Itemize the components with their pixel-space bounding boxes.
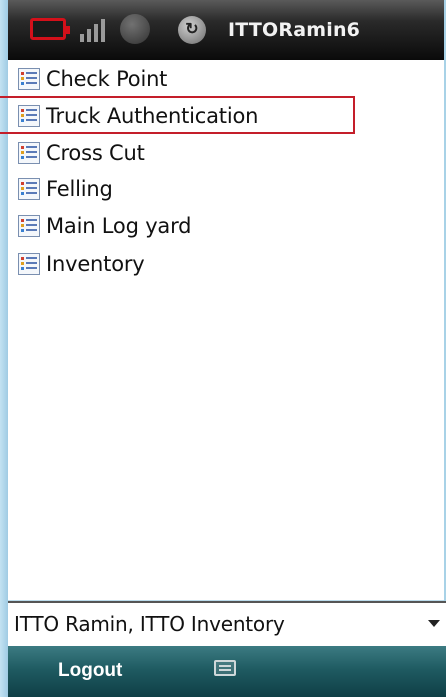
list-icon (18, 215, 40, 237)
list-icon (18, 142, 40, 164)
selection-highlight (0, 96, 355, 134)
keyboard-icon[interactable] (214, 660, 236, 676)
menu-item-cross-cut[interactable]: Cross Cut (8, 136, 438, 170)
chevron-down-icon[interactable] (428, 620, 440, 627)
menu-item-label: Felling (46, 177, 113, 201)
app-title: ITTORamin6 (228, 19, 361, 41)
list-icon (18, 178, 40, 200)
menu-item-inventory[interactable]: Inventory (8, 247, 438, 281)
sync-icon (120, 14, 150, 44)
content-area: Check Point Truck Authentication Cross C… (8, 60, 444, 600)
battery-icon (30, 18, 70, 40)
logout-button[interactable]: Logout (58, 660, 122, 682)
dropdown-value: ITTO Ramin, ITTO Inventory (14, 612, 285, 636)
menu-item-label: Cross Cut (46, 141, 145, 165)
soft-key-bar: Logout (8, 646, 446, 697)
menu-item-label: Main Log yard (46, 214, 192, 238)
menu-item-label: Inventory (46, 252, 145, 276)
menu-item-main-log-yard[interactable]: Main Log yard (8, 209, 438, 243)
menu-item-label: Check Point (46, 67, 168, 91)
list-icon (18, 68, 40, 90)
status-bar: ↻ ITTORamin6 (8, 0, 444, 60)
context-dropdown[interactable]: ITTO Ramin, ITTO Inventory (8, 601, 446, 646)
sync-icon: ↻ (178, 16, 206, 44)
menu-item-check-point[interactable]: Check Point (8, 62, 438, 96)
menu-item-felling[interactable]: Felling (8, 172, 438, 206)
signal-icon (80, 18, 110, 42)
list-icon (18, 253, 40, 275)
